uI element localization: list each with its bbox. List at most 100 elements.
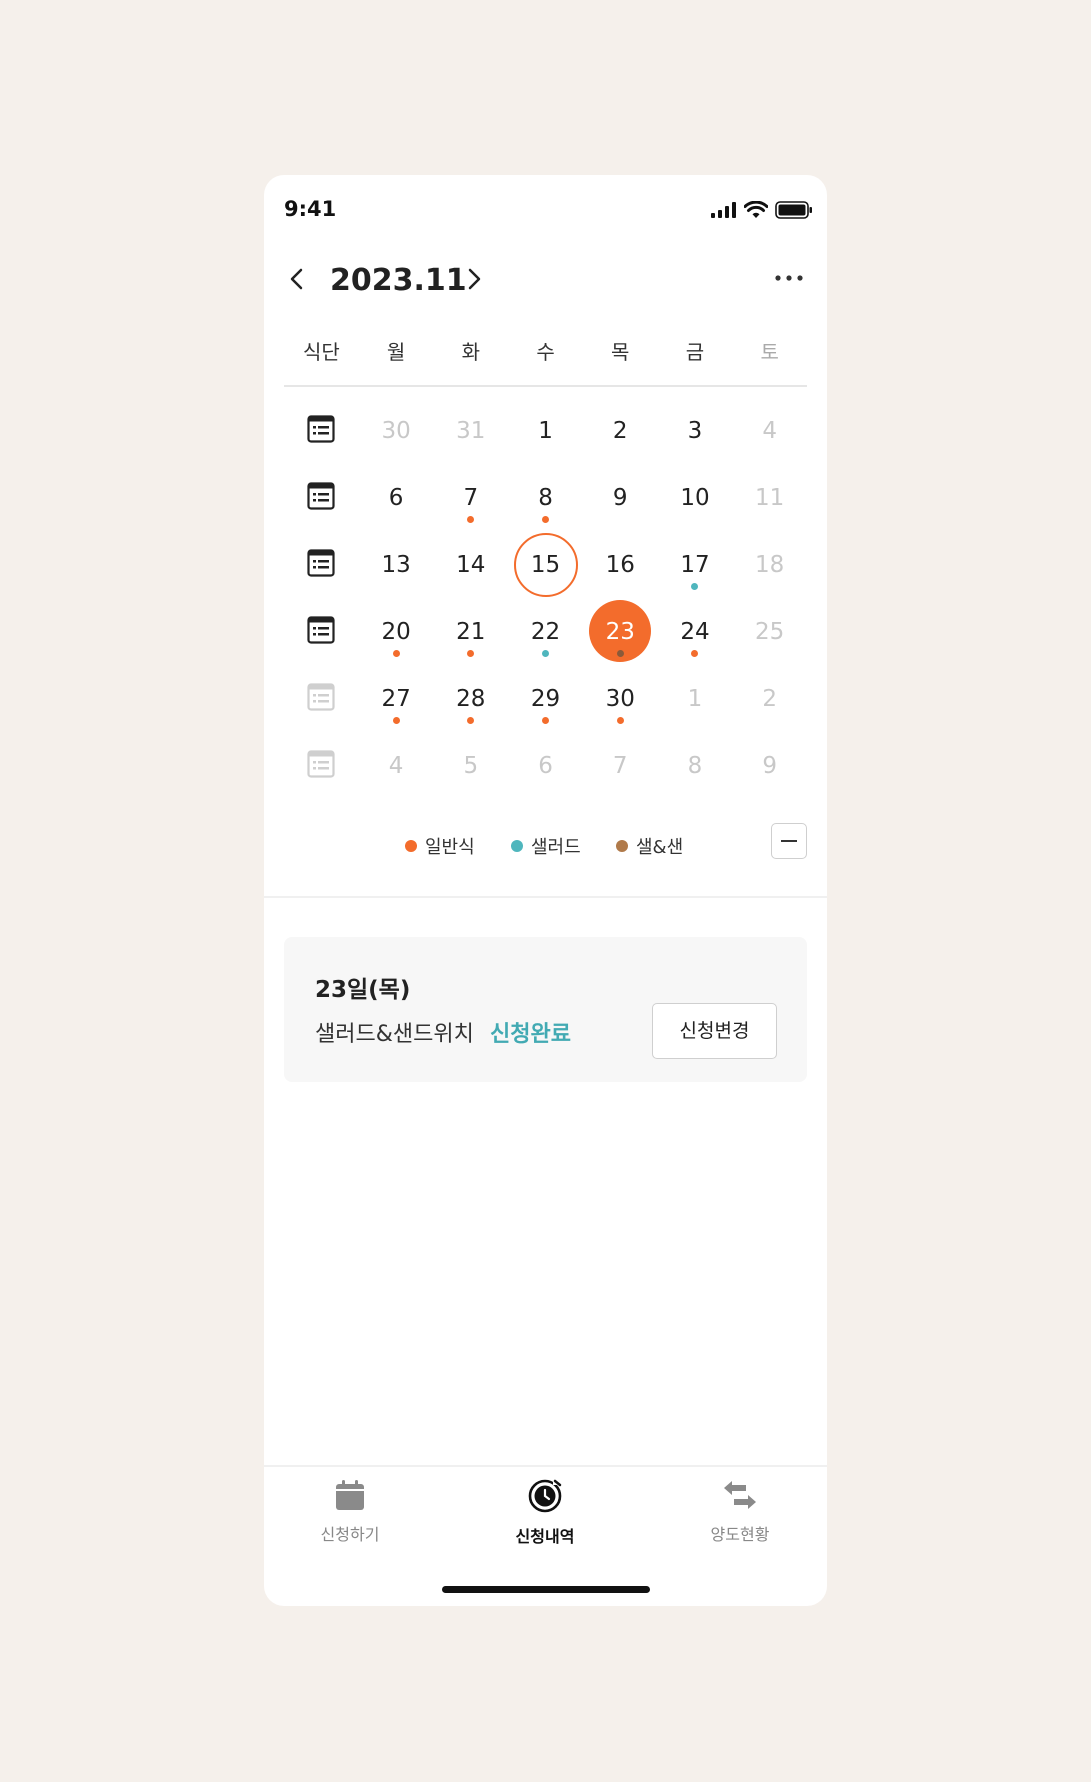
- weekly-menu-button[interactable]: [284, 531, 359, 598]
- day-cell[interactable]: 3: [658, 397, 733, 464]
- day-cell[interactable]: 10: [658, 464, 733, 531]
- day-number: 8: [687, 752, 703, 779]
- day-number: 7: [612, 752, 628, 779]
- weekly-menu-button[interactable]: [284, 464, 359, 531]
- prev-month-button[interactable]: [284, 265, 312, 293]
- day-cell[interactable]: 5: [433, 732, 508, 799]
- meal-dot-orange: [542, 717, 550, 724]
- weekday-label: 화: [461, 340, 480, 364]
- day-number: 9: [762, 752, 777, 779]
- calendar-icon: [336, 1480, 364, 1510]
- day-cell-selected[interactable]: 23: [583, 598, 658, 665]
- day-number: 22: [530, 618, 561, 645]
- meal-dot-orange: [467, 717, 475, 724]
- day-cell[interactable]: 4: [732, 397, 807, 464]
- history-clock-icon: [528, 1479, 562, 1513]
- day-cell[interactable]: 11: [732, 464, 807, 531]
- day-number: 2: [612, 417, 628, 444]
- day-number: 5: [463, 752, 479, 779]
- weekly-menu-button[interactable]: [284, 665, 359, 732]
- weekly-menu-button[interactable]: [284, 732, 359, 799]
- card-status: 신청완료: [490, 1022, 571, 1047]
- signal-icon: [711, 202, 736, 218]
- day-cell[interactable]: 9: [583, 464, 658, 531]
- weekly-menu-button[interactable]: [284, 397, 359, 464]
- day-cell[interactable]: 21: [433, 598, 508, 665]
- tab-history[interactable]: 신청내역: [475, 1479, 615, 1547]
- day-cell[interactable]: 9: [732, 732, 807, 799]
- day-number: 11: [755, 484, 785, 511]
- day-number: 8: [538, 484, 553, 511]
- day-cell[interactable]: 25: [732, 598, 807, 665]
- day-cell[interactable]: 30: [359, 397, 434, 464]
- day-cell[interactable]: 29: [508, 665, 583, 732]
- day-number: 4: [762, 417, 777, 444]
- day-number: 20: [381, 618, 411, 645]
- tab-transfer[interactable]: 양도현황: [670, 1479, 810, 1545]
- day-cell[interactable]: 13: [359, 531, 434, 598]
- day-number: 15: [530, 551, 561, 578]
- day-cell[interactable]: 8: [508, 464, 583, 531]
- next-month-button[interactable]: [460, 265, 488, 293]
- legend-label: 샐&샌: [636, 837, 684, 858]
- day-number: 4: [388, 752, 404, 779]
- meal-dot-orange: [392, 650, 400, 657]
- day-cell[interactable]: 7: [583, 732, 658, 799]
- menu-list-icon: [307, 548, 335, 581]
- legend-label: 샐러드: [531, 837, 581, 858]
- day-cell[interactable]: 7: [433, 464, 508, 531]
- meal-dot-orange: [691, 650, 699, 657]
- day-cell[interactable]: 16: [583, 531, 658, 598]
- day-cell[interactable]: 27: [359, 665, 434, 732]
- day-number: 1: [687, 685, 703, 712]
- day-number: 30: [605, 685, 635, 712]
- tab-apply[interactable]: 신청하기: [280, 1479, 420, 1545]
- more-options-icon[interactable]: [775, 273, 803, 283]
- day-cell[interactable]: 1: [658, 665, 733, 732]
- day-cell[interactable]: 24: [658, 598, 733, 665]
- calendar-week: 30 31 1 2 3 4: [284, 397, 807, 464]
- day-number: 14: [456, 551, 486, 578]
- day-cell[interactable]: 31: [433, 397, 508, 464]
- day-cell[interactable]: 4: [359, 732, 434, 799]
- calendar-week: 20 21 22 23 24 25: [284, 598, 807, 665]
- day-cell[interactable]: 20: [359, 598, 434, 665]
- day-cell[interactable]: 30: [583, 665, 658, 732]
- weekly-menu-button[interactable]: [284, 598, 359, 665]
- legend-dot: [405, 840, 417, 852]
- calendar-week: 4 5 6 7 8 9: [284, 732, 807, 799]
- day-cell[interactable]: 6: [359, 464, 434, 531]
- calendar-header: 2023.11: [264, 253, 827, 309]
- day-number: 27: [381, 685, 411, 712]
- weekday-label: 금: [685, 340, 705, 364]
- day-cell[interactable]: 17: [658, 531, 733, 598]
- day-number: 1: [538, 417, 553, 444]
- day-cell[interactable]: 14: [433, 531, 508, 598]
- day-number: 25: [755, 618, 785, 645]
- day-cell[interactable]: 2: [583, 397, 658, 464]
- menu-list-icon: [307, 749, 335, 782]
- day-cell[interactable]: 1: [508, 397, 583, 464]
- card-menu-name: 샐러드&샌드위치: [315, 1022, 474, 1047]
- selected-day-card: 23일(목) 샐러드&샌드위치 신청완료 신청변경: [284, 937, 807, 1082]
- meal-dot-teal: [691, 583, 699, 590]
- day-cell[interactable]: 22: [508, 598, 583, 665]
- collapse-calendar-button[interactable]: [771, 823, 807, 859]
- status-icons: [711, 201, 813, 219]
- day-cell-today[interactable]: 15: [508, 531, 583, 598]
- day-cell[interactable]: 28: [433, 665, 508, 732]
- change-request-button[interactable]: 신청변경: [652, 1003, 777, 1059]
- meal-dot-brown: [616, 650, 624, 657]
- day-number: 16: [605, 551, 635, 578]
- legend-dot: [616, 840, 628, 852]
- section-divider: [264, 896, 827, 898]
- day-cell[interactable]: 6: [508, 732, 583, 799]
- day-cell[interactable]: 2: [732, 665, 807, 732]
- day-cell[interactable]: 8: [658, 732, 733, 799]
- legend-dot: [511, 840, 523, 852]
- day-cell[interactable]: 18: [732, 531, 807, 598]
- day-number: 9: [612, 484, 628, 511]
- day-number: 18: [755, 551, 785, 578]
- legend: 일반식 샐러드 샐&샌: [264, 825, 827, 865]
- meal-dot-orange: [467, 516, 475, 523]
